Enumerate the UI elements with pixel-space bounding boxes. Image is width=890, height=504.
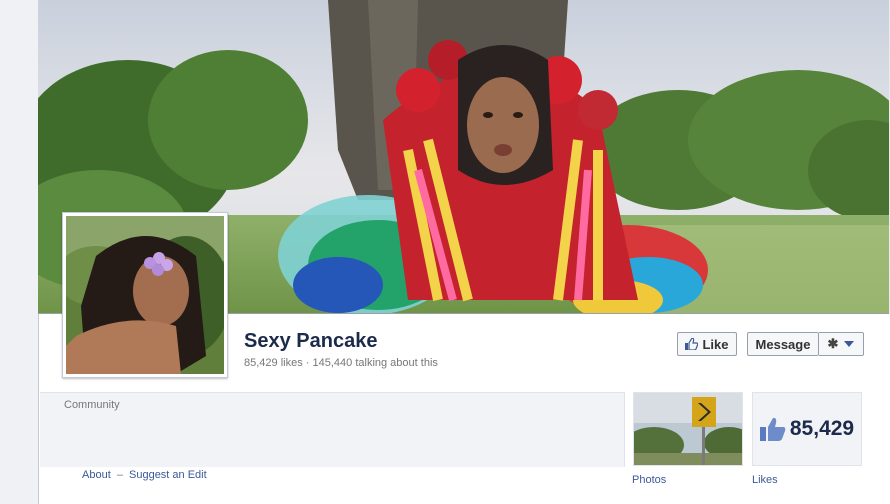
photos-thumbnail (634, 393, 742, 465)
thumbs-up-icon (759, 417, 786, 441)
left-gutter (0, 0, 38, 504)
page-stats: 85,429 likes · 145,440 talking about thi… (244, 357, 438, 369)
about-box (40, 392, 625, 467)
profile-picture[interactable] (62, 212, 228, 378)
likes-count-text[interactable]: 85,429 likes (244, 357, 303, 369)
photos-tile[interactable] (633, 392, 743, 466)
photos-label[interactable]: Photos (632, 474, 666, 486)
message-button-label: Message (755, 336, 811, 352)
stats-separator: · (305, 357, 310, 369)
likes-tile[interactable]: 85,429 (752, 392, 862, 466)
talking-about-text[interactable]: 145,440 talking about this (313, 357, 438, 369)
thumbs-up-icon (685, 338, 699, 350)
chevron-down-icon (844, 341, 855, 347)
about-link[interactable]: About (82, 469, 111, 481)
page-options-dropdown[interactable]: ✱ (819, 332, 864, 356)
facebook-page-timeline: Sexy Pancake 85,429 likes · 145,440 talk… (0, 0, 890, 504)
page-title[interactable]: Sexy Pancake (244, 330, 377, 353)
suggest-edit-link[interactable]: Suggest an Edit (129, 469, 207, 481)
message-button[interactable]: Message (747, 332, 819, 356)
likes-label[interactable]: Likes (752, 474, 778, 486)
about-links: About – Suggest an Edit (82, 469, 207, 481)
gear-icon: ✱ (827, 336, 839, 351)
like-button[interactable]: Like (677, 332, 737, 356)
like-button-label: Like (702, 336, 729, 352)
page-category: Community (64, 399, 120, 411)
likes-total: 85,429 (789, 417, 855, 440)
about-separator: – (116, 469, 123, 481)
